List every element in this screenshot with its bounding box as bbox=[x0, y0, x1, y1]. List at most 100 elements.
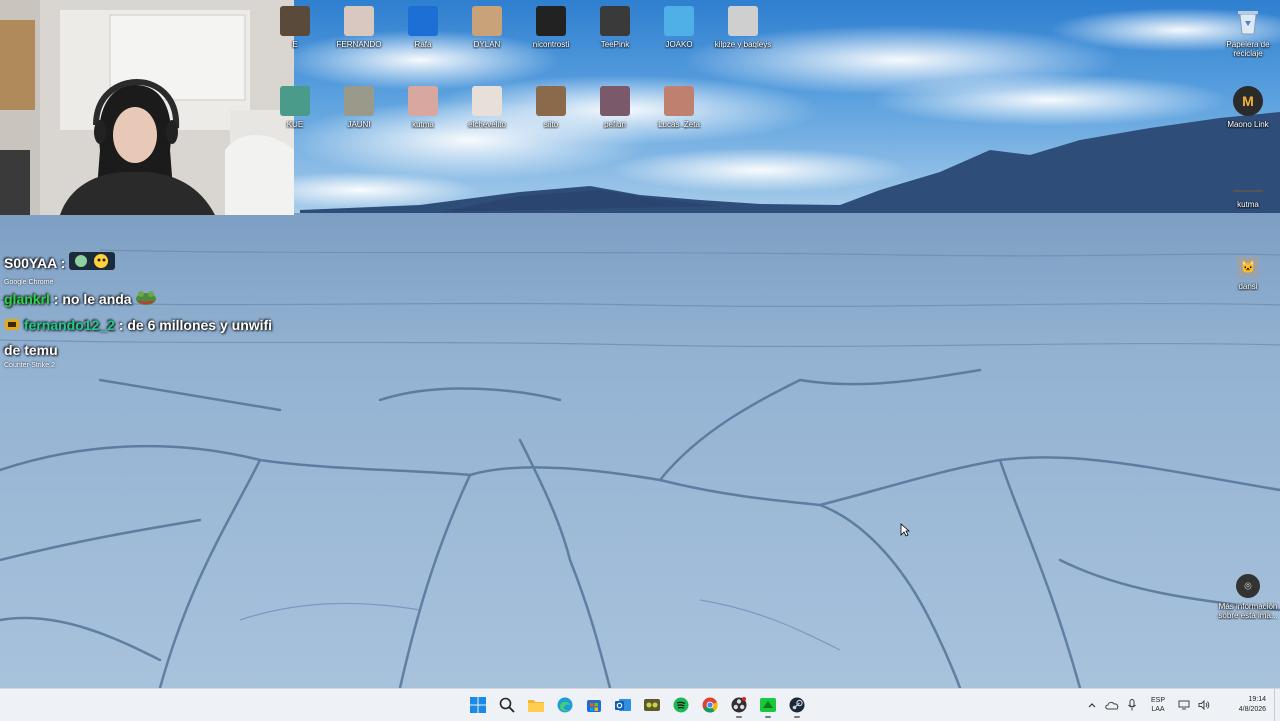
kutma-label: kutma bbox=[1237, 200, 1259, 209]
desktop-shortcut[interactable]: siito bbox=[520, 86, 582, 129]
green-app-icon bbox=[760, 697, 776, 713]
dansi-label: dansi bbox=[1238, 282, 1258, 291]
desktop-shortcut-label: pefiun bbox=[604, 120, 626, 129]
obs-button[interactable] bbox=[727, 691, 751, 719]
pet-photo-icon: 🐱 bbox=[1237, 256, 1259, 278]
photo-icon bbox=[728, 6, 758, 36]
recycle-bin-label: Papelera de reciclaje bbox=[1226, 40, 1270, 58]
chat-username: fernando12_2 bbox=[23, 316, 115, 333]
subscriber-badge-icon bbox=[4, 314, 20, 338]
frog-emote-icon bbox=[135, 288, 157, 313]
chat-username: glankrl bbox=[4, 291, 50, 307]
desktop-shortcut-label: E bbox=[292, 40, 298, 49]
desktop-shortcut[interactable]: nicontrosti bbox=[520, 6, 582, 49]
stream-chat-overlay: S00YAA : Google Chrome glankrl : no le a… bbox=[4, 250, 274, 370]
desktop-shortcut[interactable]: elchevelito bbox=[456, 86, 518, 129]
stumble-guys-icon bbox=[664, 6, 694, 36]
chevron-up-icon[interactable] bbox=[1082, 695, 1102, 715]
desktop-shortcut[interactable]: JAUNI bbox=[328, 86, 390, 129]
desktop-shortcut-label: siito bbox=[543, 120, 559, 129]
steam-icon bbox=[789, 697, 805, 713]
cut-off-icon bbox=[280, 86, 310, 116]
store-button[interactable] bbox=[582, 691, 606, 719]
desktop-shortcut[interactable]: TeePink bbox=[584, 6, 646, 49]
recycle-bin-icon bbox=[1233, 6, 1263, 36]
network-icon[interactable] bbox=[1174, 695, 1194, 715]
desktop-shortcut-label: DYLAN bbox=[473, 40, 501, 49]
desktop-shortcut-label: JOAKO bbox=[665, 40, 693, 49]
desktop-shortcut-label: FERNANDO bbox=[336, 40, 382, 49]
search-button[interactable] bbox=[495, 691, 519, 719]
game-icon bbox=[644, 697, 660, 713]
mouse-pointer-icon bbox=[900, 523, 911, 542]
chat-username: S00YAA bbox=[4, 255, 57, 272]
spotify-button[interactable] bbox=[669, 691, 693, 719]
obs-icon bbox=[731, 697, 747, 713]
dark-figure-icon bbox=[536, 6, 566, 36]
desktop-shortcut[interactable]: Rafa bbox=[392, 6, 454, 49]
desktop-shortcut[interactable]: E bbox=[264, 6, 326, 49]
taskbar: ESP LAA 19:14 4/8/2026 bbox=[0, 688, 1280, 721]
more-info-label: Más información sobre esta ima... bbox=[1218, 602, 1278, 620]
maono-link-desktop-icon[interactable]: M Maono Link bbox=[1217, 86, 1279, 129]
desktop-shortcut-label: nicontrosti bbox=[532, 40, 570, 49]
outlook-icon bbox=[615, 697, 631, 713]
camera-info-icon: ⌾ bbox=[1236, 574, 1260, 598]
edge-button[interactable] bbox=[553, 691, 577, 719]
desktop-shortcut[interactable]: Lucas_Zeta bbox=[648, 86, 710, 129]
desktop-shortcut[interactable]: pefiun bbox=[584, 86, 646, 129]
steam-button[interactable] bbox=[785, 691, 809, 719]
more-info-desktop-icon[interactable]: ⌾ Más información sobre esta ima... bbox=[1215, 574, 1280, 620]
pet-photo-icon bbox=[408, 86, 438, 116]
desktop-shortcut[interactable]: KUE bbox=[264, 86, 326, 129]
desktop-shortcut[interactable]: FERNANDO bbox=[328, 6, 390, 49]
cat-photo-icon bbox=[344, 6, 374, 36]
onedrive-icon[interactable] bbox=[1102, 695, 1122, 715]
underlay-label-cs2: Counter-Strike 2 bbox=[4, 362, 55, 370]
pet-photo-icon bbox=[664, 86, 694, 116]
maono-link-label: Maono Link bbox=[1227, 120, 1269, 129]
folder-icon bbox=[528, 697, 544, 713]
kutma-desktop-icon[interactable]: kutma bbox=[1217, 186, 1279, 209]
chat-message: S00YAA : Google Chrome bbox=[4, 250, 274, 287]
search-icon bbox=[499, 697, 515, 713]
taskbar-apps bbox=[466, 689, 809, 721]
desktop-shortcut-label: Lucas_Zeta bbox=[658, 120, 700, 129]
photo-icon bbox=[536, 86, 566, 116]
volume-icon[interactable] bbox=[1194, 695, 1214, 715]
chat-message: fernando12_2 : de 6 millones y unwifi de… bbox=[4, 313, 274, 370]
character-icon bbox=[600, 86, 630, 116]
clock[interactable]: 19:14 4/8/2026 bbox=[1224, 695, 1266, 715]
desktop-shortcut[interactable]: kilpze y baqleys bbox=[712, 6, 774, 49]
small-photo-icon bbox=[1233, 186, 1263, 196]
desktop-shortcut-label: kilpze y baqleys bbox=[714, 40, 772, 49]
desktop-shortcut[interactable]: DYLAN bbox=[456, 6, 518, 49]
desktop-shortcut-label: kutma bbox=[412, 120, 434, 129]
dansi-desktop-icon[interactable]: 🐱 dansi bbox=[1217, 256, 1279, 291]
desktop-shortcut[interactable]: JOAKO bbox=[648, 6, 710, 49]
outlook-button[interactable] bbox=[611, 691, 635, 719]
recycle-bin-desktop-icon[interactable]: Papelera de reciclaje bbox=[1217, 6, 1279, 58]
rocket-league-icon bbox=[408, 6, 438, 36]
microphone-icon[interactable] bbox=[1122, 695, 1142, 715]
language-indicator[interactable]: ESP LAA bbox=[1146, 696, 1170, 714]
green-app-button[interactable] bbox=[756, 691, 780, 719]
desktop-shortcut-label: KUE bbox=[286, 120, 304, 129]
file-explorer-button[interactable] bbox=[524, 691, 548, 719]
edge-icon bbox=[557, 697, 573, 713]
photo-icon bbox=[472, 6, 502, 36]
clock-time: 19:14 bbox=[1248, 696, 1266, 703]
desktop-shortcut[interactable]: kutma bbox=[392, 86, 454, 129]
windows-start-icon bbox=[470, 697, 486, 713]
clock-date: 4/8/2026 bbox=[1238, 706, 1266, 713]
game-button[interactable] bbox=[640, 691, 664, 719]
desktop-shortcut-label: TeePink bbox=[600, 40, 630, 49]
dog-photo-icon bbox=[344, 86, 374, 116]
show-desktop-button[interactable] bbox=[1274, 689, 1280, 721]
start-button[interactable] bbox=[466, 691, 490, 719]
chrome-icon bbox=[702, 697, 718, 713]
counter-strike-icon bbox=[600, 6, 630, 36]
chrome-button[interactable] bbox=[698, 691, 722, 719]
chat-message: glankrl : no le anda bbox=[4, 287, 274, 313]
desktop-shortcut-label: JAUNI bbox=[347, 120, 371, 129]
